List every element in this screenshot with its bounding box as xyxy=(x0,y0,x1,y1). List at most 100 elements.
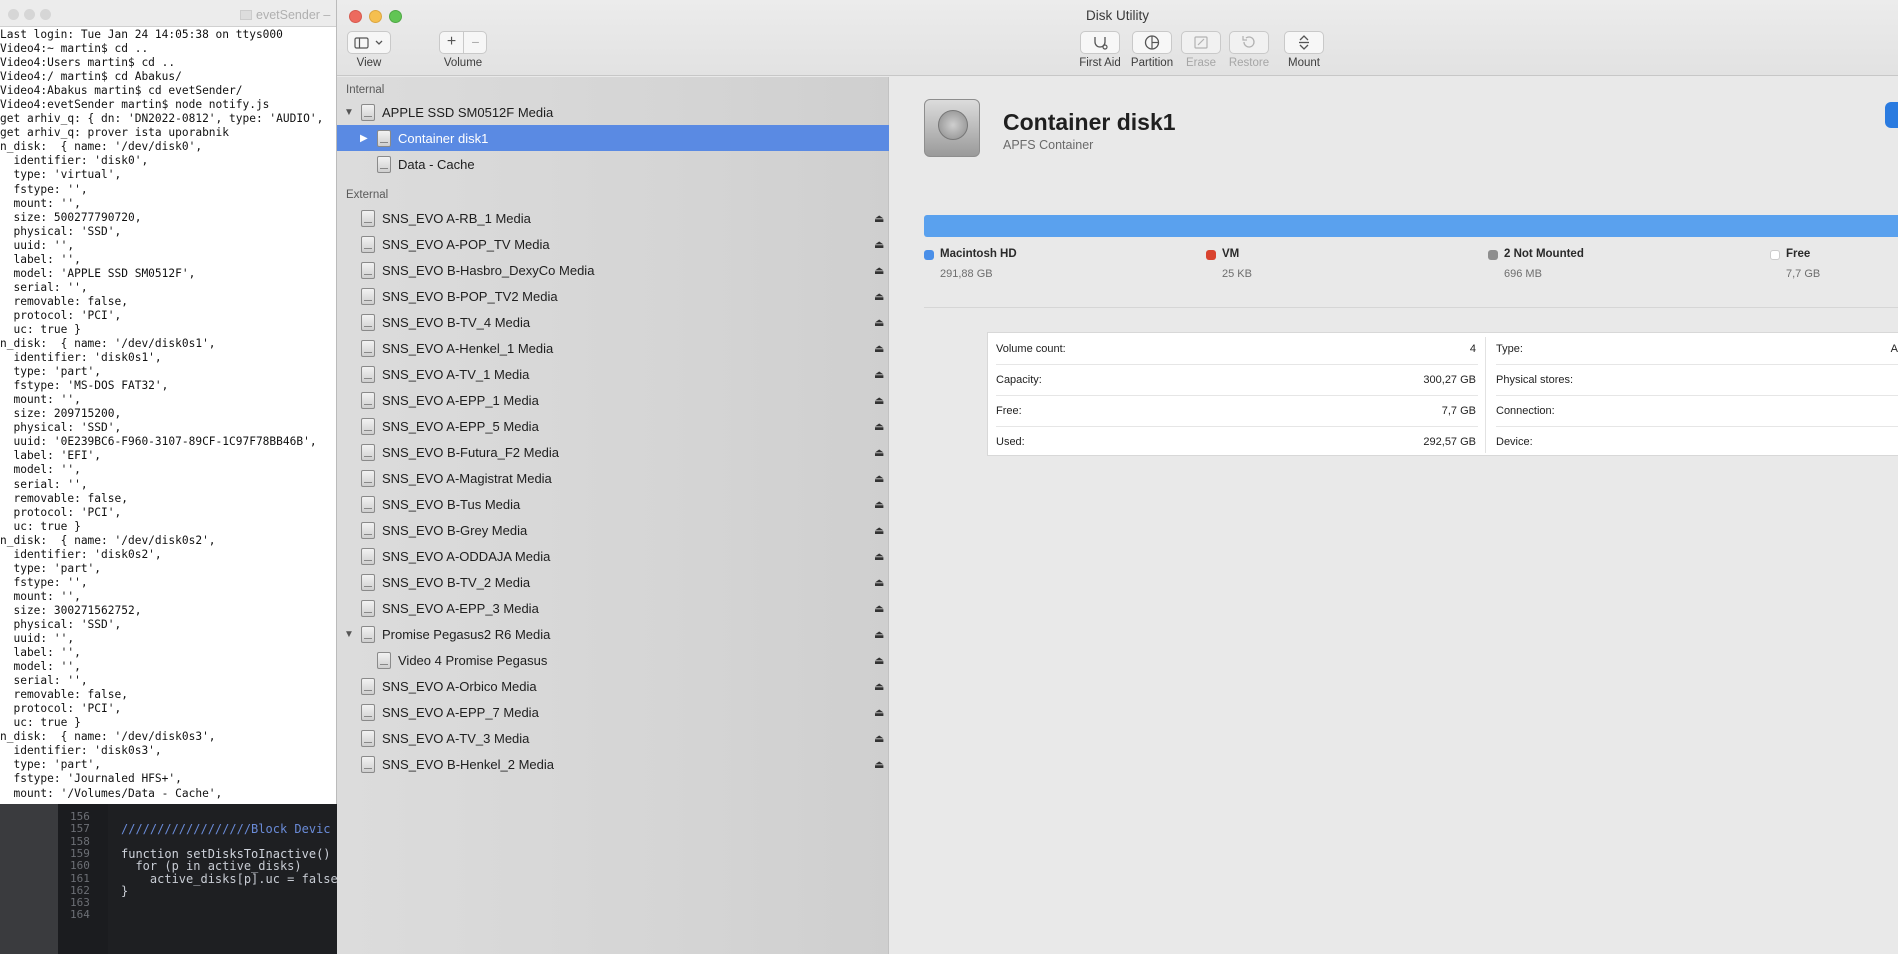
sidebar-item[interactable]: SNS_EVO B-Tus Media ⏏ xyxy=(337,491,889,517)
sidebar-item-label: SNS_EVO A-Henkel_1 Media xyxy=(382,341,554,356)
terminal-zoom-button[interactable] xyxy=(40,9,51,20)
terminal-window[interactable]: evetSender – Last login: Tue Jan 24 14:0… xyxy=(0,0,337,804)
sidebar-item[interactable]: SNS_EVO A-TV_3 Media ⏏ xyxy=(337,725,889,751)
terminal-output[interactable]: Last login: Tue Jan 24 14:05:38 on ttys0… xyxy=(0,28,336,804)
sidebar-item[interactable]: ▼ APPLE SSD SM0512F Media xyxy=(337,99,889,125)
line-number: 163 xyxy=(70,896,90,910)
eject-icon[interactable]: ⏏ xyxy=(874,342,884,355)
eject-icon[interactable]: ⏏ xyxy=(874,706,884,719)
disk-icon xyxy=(361,340,375,357)
eject-icon[interactable]: ⏏ xyxy=(874,732,884,745)
eject-icon[interactable]: ⏏ xyxy=(874,238,884,251)
terminal-line: uc: true } xyxy=(0,322,81,336)
sidebar-item[interactable]: SNS_EVO B-Grey Media ⏏ xyxy=(337,517,889,543)
terminal-line: protocol: 'PCI', xyxy=(0,505,122,519)
disclosure-down-icon[interactable]: ▼ xyxy=(344,107,354,118)
sidebar-item[interactable]: SNS_EVO A-Henkel_1 Media ⏏ xyxy=(337,335,889,361)
eject-icon[interactable]: ⏏ xyxy=(874,394,884,407)
legend-name: VM xyxy=(1222,248,1240,260)
legend-name: Free xyxy=(1786,248,1811,260)
sidebar-item[interactable]: SNS_EVO A-EPP_3 Media ⏏ xyxy=(337,595,889,621)
eject-icon[interactable]: ⏏ xyxy=(874,628,884,641)
legend-size: 696 MB xyxy=(1504,268,1542,280)
disclosure-right-icon[interactable]: ▶ xyxy=(360,133,368,144)
eject-icon[interactable]: ⏏ xyxy=(874,446,884,459)
edge-app-icon[interactable] xyxy=(1885,102,1898,128)
sidebar-item[interactable]: SNS_EVO A-EPP_7 Media ⏏ xyxy=(337,699,889,725)
first-aid-button[interactable] xyxy=(1080,31,1120,54)
info-row-divider xyxy=(996,426,1478,427)
eject-icon[interactable]: ⏏ xyxy=(874,602,884,615)
eject-icon[interactable]: ⏏ xyxy=(874,264,884,277)
eject-icon[interactable]: ⏏ xyxy=(874,576,884,589)
eject-icon[interactable]: ⏏ xyxy=(874,498,884,511)
add-volume-button[interactable]: + xyxy=(440,32,464,53)
terminal-close-button[interactable] xyxy=(8,9,19,20)
sidebar-item[interactable]: SNS_EVO B-Henkel_2 Media ⏏ xyxy=(337,751,889,777)
sidebar-item-label: APPLE SSD SM0512F Media xyxy=(382,105,554,120)
eject-icon[interactable]: ⏏ xyxy=(874,758,884,771)
sidebar-item[interactable]: SNS_EVO B-Hasbro_DexyCo Media ⏏ xyxy=(337,257,889,283)
eject-icon[interactable]: ⏏ xyxy=(874,316,884,329)
sidebar-item[interactable]: SNS_EVO B-TV_4 Media ⏏ xyxy=(337,309,889,335)
sidebar-item[interactable]: SNS_EVO B-Futura_F2 Media ⏏ xyxy=(337,439,889,465)
terminal-line: label: '', xyxy=(0,252,81,266)
eject-icon[interactable]: ⏏ xyxy=(874,524,884,537)
sidebar-item[interactable]: SNS_EVO A-Orbico Media ⏏ xyxy=(337,673,889,699)
terminal-line: identifier: 'disk0', xyxy=(0,154,149,168)
erase-icon xyxy=(1194,36,1208,49)
disclosure-down-icon[interactable]: ▼ xyxy=(344,629,354,640)
legend-size: 291,88 GB xyxy=(940,268,993,280)
terminal-minimize-button[interactable] xyxy=(24,9,35,20)
sidebar-item-label: SNS_EVO B-TV_4 Media xyxy=(382,315,531,330)
eject-icon[interactable]: ⏏ xyxy=(874,420,884,433)
info-row-divider xyxy=(1496,364,1898,365)
sidebar-item-label: SNS_EVO A-Magistrat Media xyxy=(382,471,552,486)
sidebar-item[interactable]: SNS_EVO A-TV_1 Media ⏏ xyxy=(337,361,889,387)
terminal-line: protocol: 'PCI', xyxy=(0,308,122,322)
sidebar-item-label: SNS_EVO A-EPP_7 Media xyxy=(382,705,539,720)
eject-icon[interactable]: ⏏ xyxy=(874,472,884,485)
disk-icon xyxy=(361,574,375,591)
terminal-line: fstype: '', xyxy=(0,575,88,589)
eject-icon[interactable]: ⏏ xyxy=(874,550,884,563)
sidebar-item[interactable]: Video 4 Promise Pegasus ⏏ xyxy=(337,647,889,673)
partition-button[interactable] xyxy=(1132,31,1172,54)
code-editor[interactable]: 156 157 //////////////////Block Devic 158 15… xyxy=(0,804,337,954)
sidebar-item-label: Data - Cache xyxy=(398,157,475,172)
info-label: Capacity: xyxy=(996,374,1042,386)
sidebar-item[interactable]: SNS_EVO A-ODDAJA Media ⏏ xyxy=(337,543,889,569)
restore-icon xyxy=(1242,36,1255,48)
mount-button[interactable] xyxy=(1284,31,1324,54)
legend-swatch xyxy=(924,250,934,260)
eject-icon[interactable]: ⏏ xyxy=(874,680,884,693)
sidebar-item[interactable]: SNS_EVO B-TV_2 Media ⏏ xyxy=(337,569,889,595)
sidebar-item[interactable]: SNS_EVO A-EPP_5 Media ⏏ xyxy=(337,413,889,439)
sidebar-item[interactable]: SNS_EVO A-EPP_1 Media ⏏ xyxy=(337,387,889,413)
sidebar-item-label: SNS_EVO B-TV_2 Media xyxy=(382,575,531,590)
sidebar-item[interactable]: SNS_EVO A-Magistrat Media ⏏ xyxy=(337,465,889,491)
restore-button[interactable] xyxy=(1229,31,1269,54)
terminal-line: mount: '', xyxy=(0,589,81,603)
disk-utility-window[interactable]: Disk Utility View + − Volume First Aid P… xyxy=(337,0,1898,954)
sidebar-item[interactable]: SNS_EVO A-POP_TV Media ⏏ xyxy=(337,231,889,257)
terminal-titlebar[interactable]: evetSender – xyxy=(0,0,336,27)
sidebar-item-label: SNS_EVO B-Tus Media xyxy=(382,497,521,512)
remove-volume-button[interactable]: − xyxy=(464,32,487,53)
sidebar-item[interactable]: SNS_EVO A-RB_1 Media ⏏ xyxy=(337,205,889,231)
eject-icon[interactable]: ⏏ xyxy=(874,212,884,225)
sidebar-item[interactable]: SNS_EVO B-POP_TV2 Media ⏏ xyxy=(337,283,889,309)
terminal-line: size: 300271562752, xyxy=(0,603,142,617)
eject-icon[interactable]: ⏏ xyxy=(874,290,884,303)
disk-icon xyxy=(361,262,375,279)
eject-icon[interactable]: ⏏ xyxy=(874,654,884,667)
info-label: Type: xyxy=(1496,343,1523,355)
terminal-line: removable: false, xyxy=(0,688,128,702)
sidebar: Internal ▼ APPLE SSD SM0512F Media ▶ Contai… xyxy=(337,77,889,954)
erase-button[interactable] xyxy=(1181,31,1221,54)
sidebar-item[interactable]: ▶ Container disk1 xyxy=(337,125,889,151)
sidebar-item[interactable]: ▼ Promise Pegasus2 R6 Media ⏏ xyxy=(337,621,889,647)
eject-icon[interactable]: ⏏ xyxy=(874,368,884,381)
sidebar-item[interactable]: Data - Cache xyxy=(337,151,889,177)
view-button[interactable] xyxy=(347,31,391,54)
